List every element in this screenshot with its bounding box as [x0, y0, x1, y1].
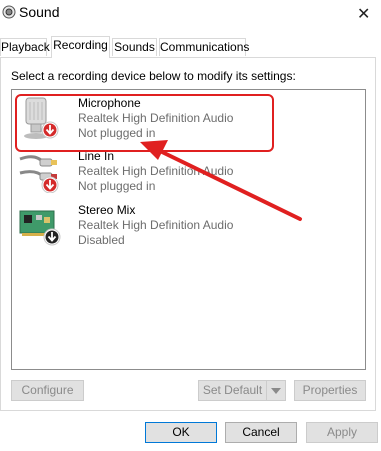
window-title: Sound	[19, 4, 60, 20]
close-icon: ✕	[357, 6, 371, 23]
black-down-arrow-icon	[43, 228, 61, 246]
device-item-stereo-mix[interactable]: Stereo Mix Realtek High Definition Audio…	[16, 201, 356, 249]
tab-sounds[interactable]: Sounds	[112, 38, 157, 56]
sound-card-icon	[19, 210, 61, 246]
line-in-cable-icon	[19, 155, 59, 193]
apply-button[interactable]: Apply	[306, 422, 378, 443]
tab-communications[interactable]: Communications	[159, 38, 249, 56]
chevron-down-icon	[271, 388, 281, 394]
device-name: Stereo Mix	[78, 203, 136, 217]
device-driver: Realtek High Definition Audio	[78, 164, 234, 178]
properties-button[interactable]: Properties	[294, 380, 366, 401]
device-status: Not plugged in	[78, 179, 156, 193]
ok-button[interactable]: OK	[145, 422, 217, 443]
configure-button[interactable]: Configure	[11, 380, 84, 401]
title-bar: Sound ✕	[0, 0, 381, 28]
instruction-text: Select a recording device below to modif…	[11, 69, 296, 83]
close-button[interactable]: ✕	[335, 0, 381, 28]
device-status: Disabled	[78, 233, 125, 247]
tab-recording[interactable]: Recording	[51, 36, 110, 58]
speaker-icon	[2, 5, 16, 19]
cancel-button[interactable]: Cancel	[225, 422, 297, 443]
tab-playback[interactable]: Playback	[0, 38, 50, 56]
annotation-highlight-box	[15, 94, 274, 152]
red-down-arrow-icon	[41, 176, 59, 193]
device-item-line-in[interactable]: Line In Realtek High Definition Audio No…	[16, 147, 356, 195]
set-default-button[interactable]: Set Default	[198, 380, 266, 401]
set-default-dropdown[interactable]	[266, 380, 286, 401]
tab-strip: Playback Recording Sounds Communications	[0, 36, 381, 58]
device-driver: Realtek High Definition Audio	[78, 218, 234, 232]
